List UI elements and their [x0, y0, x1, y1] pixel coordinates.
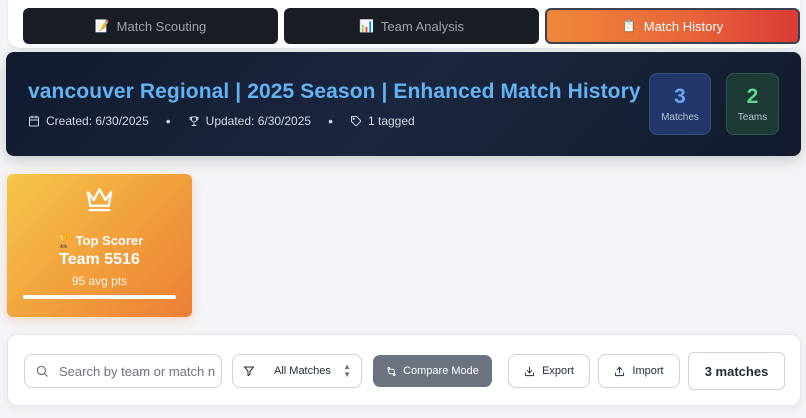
meta-separator: • [328, 113, 333, 129]
compare-icon [387, 366, 396, 376]
top-scorer-card: 🏆 Top Scorer Team 5516 95 avg pts [7, 174, 192, 317]
filter-value: All Matches [274, 365, 331, 377]
memo-icon: 📝 [94, 19, 110, 33]
meta-separator: • [165, 113, 171, 129]
search-box [24, 354, 222, 388]
top-scorer-team: Team 5516 [59, 251, 140, 268]
match-count-badge: 3 matches [688, 352, 785, 390]
updated-meta: Updated: 6/30/2025 [188, 114, 311, 128]
history-toolbar: All Matches ▲▼ Compare Mode Export Impor… [7, 334, 801, 406]
export-button[interactable]: Export [508, 354, 590, 388]
matches-count: 3 [674, 84, 686, 108]
created-meta: Created: 6/30/2025 [28, 114, 149, 128]
top-scorer-progress [23, 295, 176, 299]
search-icon [36, 365, 48, 377]
teams-count: 2 [746, 84, 759, 108]
export-label: Export [542, 365, 574, 377]
teams-stat-card: 2 Teams [726, 73, 779, 135]
event-meta: Created: 6/30/2025 • Updated: 6/30/2025 … [28, 113, 415, 129]
match-filter-select[interactable]: All Matches ▲ ▼ [232, 354, 362, 388]
import-button[interactable]: Import [598, 354, 680, 388]
created-date: Created: 6/30/2025 [46, 114, 149, 128]
page-title: vancouver Regional | 2025 Season | Enhan… [28, 80, 641, 103]
filter-icon [244, 366, 254, 376]
matches-label: Matches [661, 111, 699, 123]
chevron-updown-icon: ▲ ▼ [343, 362, 351, 379]
import-label: Import [632, 365, 664, 377]
tab-label: Match History [643, 18, 724, 34]
tagged-meta: 1 tagged [350, 114, 415, 128]
matches-stat-card: 3 Matches [649, 73, 711, 135]
tab-bar: 📝 Match Scouting 📊 Team Analysis 📋 Match… [8, 0, 800, 48]
tab-match-history[interactable]: 📋 Match History [545, 8, 800, 44]
tag-icon [350, 116, 362, 127]
tab-label: Match Scouting [116, 18, 207, 34]
compare-mode-button[interactable]: Compare Mode [373, 355, 492, 387]
top-scorer-avg: 95 avg pts [71, 274, 128, 288]
updated-date: Updated: 6/30/2025 [205, 114, 312, 128]
top-scorer-label: 🏆 Top Scorer [55, 233, 144, 248]
teams-label: Teams [737, 111, 768, 123]
tagged-count: 1 tagged [367, 114, 415, 128]
top-scorer-progress-fill [23, 295, 176, 299]
calendar-icon [29, 115, 39, 127]
tab-match-scouting[interactable]: 📝 Match Scouting [23, 8, 278, 44]
trophy-icon [189, 116, 199, 126]
bar-chart-icon: 📊 [358, 19, 374, 33]
crown-icon [86, 188, 113, 212]
upload-icon [615, 366, 625, 376]
compare-label: Compare Mode [403, 365, 479, 377]
search-input[interactable] [59, 363, 215, 379]
tab-label: Team Analysis [380, 18, 465, 34]
download-icon [525, 366, 535, 376]
tab-team-analysis[interactable]: 📊 Team Analysis [284, 8, 539, 44]
clipboard-icon: 📋 [621, 19, 637, 33]
event-header: vancouver Regional | 2025 Season | Enhan… [6, 52, 801, 156]
